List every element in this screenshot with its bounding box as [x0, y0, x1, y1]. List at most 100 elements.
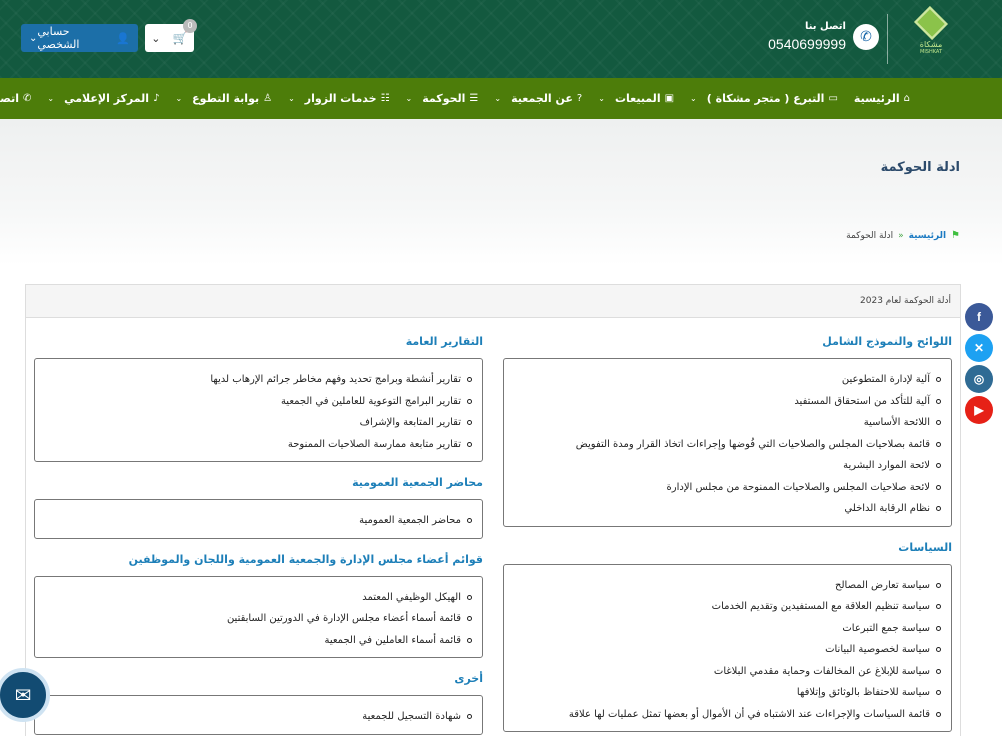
document-link[interactable]: آلية للتأكد من استحقاق المستفيد — [514, 391, 941, 413]
document-link[interactable]: اللائحة الأساسية — [514, 412, 941, 434]
chevron-down-icon: ⌄ — [690, 94, 697, 103]
phone-icon[interactable]: ✆ — [853, 24, 879, 50]
mic-icon: ♪ — [153, 93, 160, 104]
person-icon: ♙ — [263, 93, 273, 104]
document-link[interactable]: سياسة لخصوصية البيانات — [514, 639, 941, 661]
bullet-icon — [936, 420, 941, 426]
chevron-down-icon: ⌄ — [405, 94, 413, 103]
account-button[interactable]: ⌄ حسابي الشخصي 👤 — [21, 24, 138, 52]
nav-item-label: عن الجمعية — [511, 92, 573, 105]
nav-item[interactable]: ☰ الحوكمة ⌄ — [406, 92, 479, 105]
section-title: قوائم أعضاء مجلس الإدارة والجمعية العموم… — [128, 552, 483, 566]
document-link-label: سياسة تعارض المصالح — [835, 579, 930, 591]
bullet-icon — [936, 604, 941, 610]
document-link-label: نظام الرقابة الداخلي — [844, 503, 930, 514]
logo-mark-icon — [914, 6, 948, 40]
account-label: حسابي الشخصي — [37, 25, 80, 51]
document-link-label: سياسة للإبلاغ عن المخالفات وحماية مقدمي … — [713, 665, 930, 677]
nav-item[interactable]: ▣ المبيعات ⌄ — [598, 92, 674, 105]
bullet-icon — [467, 377, 472, 383]
chevron-down-icon: ⌄ — [494, 94, 502, 103]
nav-item[interactable]: ☷ خدمات الزوار ⌄ — [288, 92, 389, 105]
document-list-box: شهادة التسجيل للجمعية — [34, 695, 483, 735]
document-link-label: تقارير المتابعة والإشراف — [359, 417, 461, 428]
bullet-icon — [467, 420, 472, 426]
youtube-icon[interactable]: ▶ — [965, 396, 993, 424]
document-link-label: سياسة لخصوصية البيانات — [825, 644, 930, 655]
document-link-label: تقارير البرامج التوعوية للعاملين في الجم… — [280, 395, 461, 407]
breadcrumb-separator: » — [898, 230, 904, 241]
document-link[interactable]: محاضر الجمعية العمومية — [45, 510, 472, 532]
document-link[interactable]: تقارير البرامج التوعوية للعاملين في الجم… — [45, 391, 472, 413]
document-link-label: تقارير متابعة ممارسة الصلاحيات الممنوحة — [287, 438, 461, 450]
document-link[interactable]: قائمة أسماء العاملين في الجمعية — [45, 630, 472, 652]
document-link[interactable]: آلية لإدارة المتطوعين — [514, 369, 941, 391]
document-list-box: محاضر الجمعية العمومية — [34, 499, 483, 539]
page-hero — [0, 119, 1002, 265]
document-link-label: تقارير أنشطة وبرامج تحديد وفهم مخاطر جرا… — [210, 374, 461, 385]
document-link[interactable]: تقارير المتابعة والإشراف — [45, 412, 472, 434]
user-icon: 👤 — [116, 31, 130, 45]
document-link[interactable]: قائمة بصلاحيات المجلس والصلاحيات التي فُ… — [514, 434, 941, 456]
document-link-label: سياسة للاحتفاظ بالوثائق وإتلافها — [796, 687, 930, 698]
facebook-icon[interactable]: f — [965, 303, 993, 331]
nav-item[interactable]: ⌂ الرئيسية — [854, 92, 910, 105]
document-link[interactable]: سياسة جمع التبرعات — [514, 618, 941, 640]
document-link[interactable]: سياسة تنظيم العلاقة مع المستفيدين وتقديم… — [514, 596, 941, 618]
bullet-icon — [936, 625, 941, 631]
contact-phone[interactable]: 0540699999 — [740, 36, 846, 52]
bullet-icon — [467, 518, 472, 524]
document-link[interactable]: الهيكل الوظيفي المعتمد — [45, 587, 472, 609]
logo-text: مشكاة — [919, 40, 943, 49]
chevron-down-icon: ⌄ — [151, 31, 161, 45]
document-list-box: تقارير أنشطة وبرامج تحديد وفهم مخاطر جرا… — [34, 358, 483, 462]
nav-item-label: المركز الإعلامي — [64, 92, 150, 105]
document-link[interactable]: قائمة السياسات والإجراءات عند الاشتباه ف… — [514, 704, 941, 726]
donate-card-icon: ▭ — [828, 93, 838, 104]
bullet-icon — [467, 441, 472, 447]
nav-item-label: اتصل بنا — [0, 92, 19, 105]
x-twitter-icon[interactable]: ✕ — [965, 334, 993, 362]
document-link[interactable]: قائمة أسماء أعضاء مجلس الإدارة في الدورت… — [45, 608, 472, 630]
section-title: التقارير العامة — [405, 335, 483, 348]
bullet-icon — [467, 637, 472, 643]
question-icon: ? — [576, 93, 583, 104]
document-link[interactable]: لائحة صلاحيات المجلس والصلاحيات الممنوحة… — [514, 477, 941, 499]
document-link[interactable]: شهادة التسجيل للجمعية — [45, 706, 472, 728]
section-title: اللوائح والنموذج الشامل — [822, 335, 952, 348]
governance-panel: أدلة الحوكمة لعام 2023 اللوائح والنموذج … — [25, 284, 961, 736]
document-link[interactable]: سياسة للاحتفاظ بالوثائق وإتلافها — [514, 682, 941, 704]
left-column: التقارير العامة تقارير أنشطة وبرامج تحديد… — [34, 335, 483, 736]
document-link[interactable]: لائحة الموارد البشرية — [514, 455, 941, 477]
document-link-label: سياسة جمع التبرعات — [842, 622, 930, 634]
nav-item[interactable]: ♪ المركز الإعلامي ⌄ — [47, 92, 159, 105]
breadcrumb-current: ادلة الحوكمة — [846, 230, 894, 241]
document-link[interactable]: نظام الرقابة الداخلي — [514, 498, 941, 520]
breadcrumb-home-link[interactable]: الرئيسية — [909, 231, 946, 241]
header-divider — [887, 14, 888, 64]
chevron-down-icon: ⌄ — [47, 94, 55, 103]
site-logo[interactable]: مشكاة MISHKAT — [912, 6, 950, 60]
bullet-icon — [936, 463, 941, 469]
document-link-label: لائحة الموارد البشرية — [843, 460, 930, 471]
panel-header: أدلة الحوكمة لعام 2023 — [26, 285, 960, 318]
document-link-label: اللائحة الأساسية — [863, 417, 930, 428]
document-link[interactable]: سياسة تعارض المصالح — [514, 575, 941, 597]
right-column: اللوائح والنموذج الشامل آلية لإدارة المتط… — [503, 335, 952, 736]
phone-icon: ✆ — [23, 93, 32, 104]
nav-item[interactable]: ✆اتصل بنا⌄ — [0, 92, 31, 105]
breadcrumb: ⚑ الرئيسية » ادلة الحوكمة — [846, 230, 960, 241]
bullet-icon — [936, 377, 941, 383]
nav-item[interactable]: ? عن الجمعية ⌄ — [494, 92, 582, 105]
document-link[interactable]: تقارير متابعة ممارسة الصلاحيات الممنوحة — [45, 434, 472, 456]
instagram-icon[interactable]: ◎ — [965, 365, 993, 393]
document-link[interactable]: سياسة للإبلاغ عن المخالفات وحماية مقدمي … — [514, 661, 941, 683]
document-link[interactable]: تقارير أنشطة وبرامج تحديد وفهم مخاطر جرا… — [45, 369, 472, 391]
nav-item[interactable]: ♙ بوابة التطوع ⌄ — [175, 92, 272, 105]
nav-item-label: بوابة التطوع — [192, 92, 260, 105]
home-icon: ⌂ — [903, 93, 910, 104]
chevron-down-icon: ⌄ — [175, 94, 183, 103]
nav-item[interactable]: ▭ التبرع ( متجر مشكاة ) ⌄ — [690, 92, 838, 105]
bullet-icon — [467, 616, 472, 622]
bullet-icon — [936, 647, 941, 653]
